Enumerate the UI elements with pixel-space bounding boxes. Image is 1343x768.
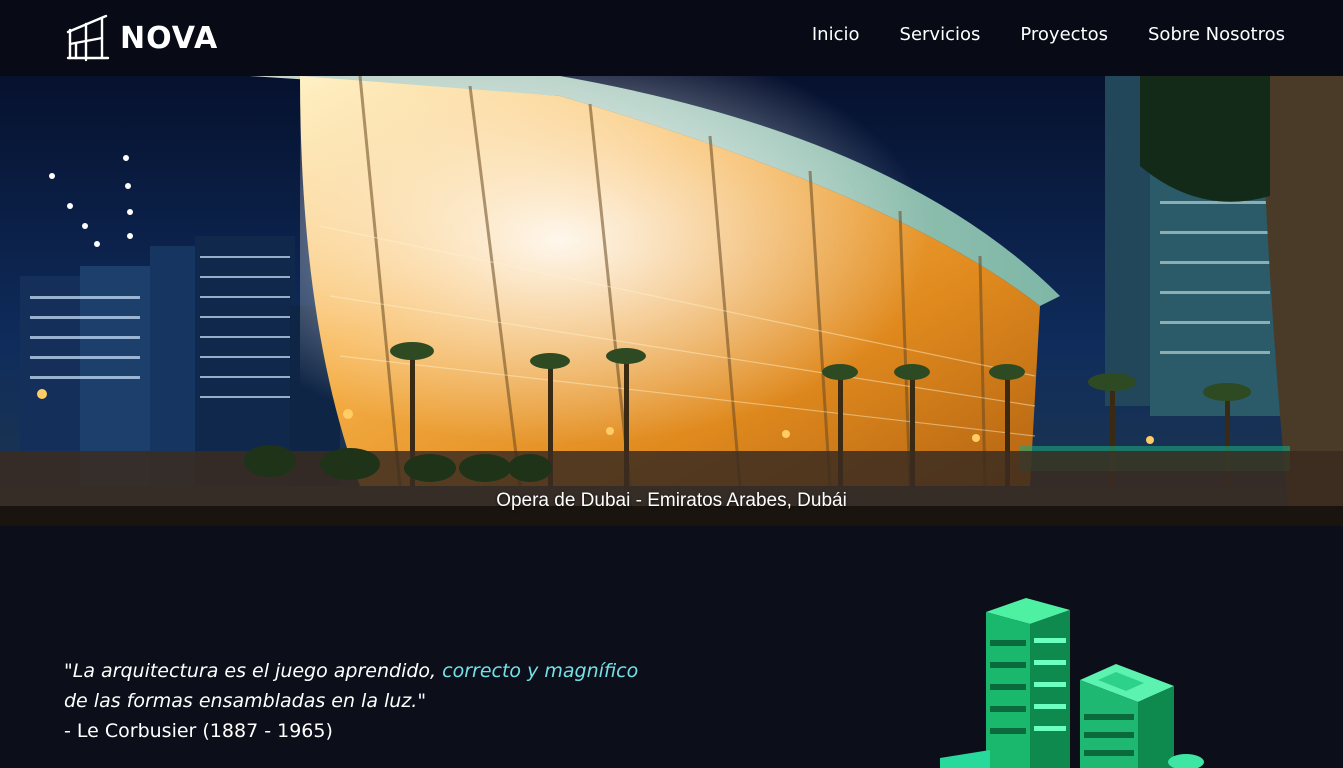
quote-highlight: correcto y magnífico	[442, 660, 639, 682]
brand-logo[interactable]: NOVA	[66, 14, 226, 62]
quote-block: "La arquitectura es el juego aprendido, …	[64, 656, 764, 746]
quote-author: - Le Corbusier (1887 - 1965)	[64, 720, 333, 742]
main-nav: Inicio Servicios Proyectos Sobre Nosotro…	[812, 24, 1285, 45]
hero-image	[0, 76, 1343, 526]
brand-name: NOVA	[120, 20, 219, 56]
nav-inicio[interactable]: Inicio	[812, 24, 860, 45]
hero-banner: Opera de Dubai - Emiratos Arabes, Dubái	[0, 76, 1343, 526]
nav-proyectos[interactable]: Proyectos	[1020, 24, 1108, 45]
quote-part1: "La arquitectura es el juego aprendido,	[64, 660, 443, 682]
nav-sobre-nosotros[interactable]: Sobre Nosotros	[1148, 24, 1285, 45]
nav-servicios[interactable]: Servicios	[900, 24, 981, 45]
house-frame-icon	[66, 14, 110, 62]
hero-caption: Opera de Dubai - Emiratos Arabes, Dubái	[496, 490, 847, 511]
site-header: NOVA Inicio Servicios Proyectos Sobre No…	[0, 0, 1343, 76]
isometric-buildings-illustration	[940, 598, 1204, 768]
quote-part2: de las formas ensambladas en la luz."	[64, 690, 427, 712]
